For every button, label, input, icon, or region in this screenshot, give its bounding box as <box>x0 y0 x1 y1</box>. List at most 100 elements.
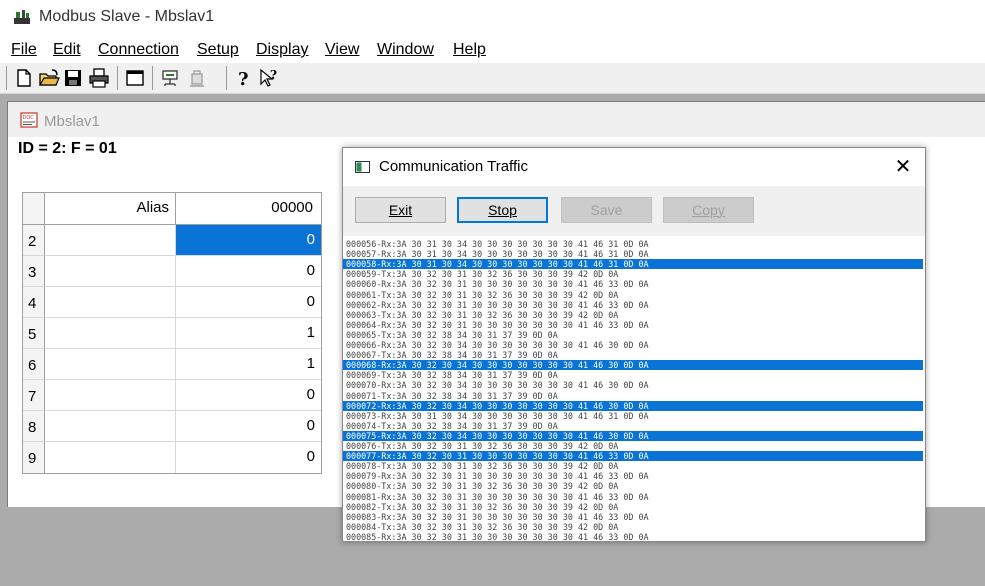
alias-cell[interactable] <box>45 442 176 473</box>
row-header: 7 <box>23 380 45 411</box>
window-icon <box>355 161 370 173</box>
alias-cell[interactable] <box>45 349 176 380</box>
connect-icon[interactable] <box>159 67 181 89</box>
row-header: 8 <box>23 411 45 442</box>
save-button[interactable]: Save <box>561 197 652 223</box>
register-value: 1 <box>306 355 315 372</box>
menu-display[interactable]: Display <box>256 41 308 59</box>
about-icon[interactable]: ? <box>232 67 254 89</box>
register-value: 0 <box>306 448 315 465</box>
traffic-line[interactable]: 000059-Tx:3A 30 32 30 31 30 32 36 30 30 … <box>343 269 923 279</box>
menu-bar: File Edit Connection Setup Display View … <box>0 37 985 63</box>
alias-cell[interactable] <box>45 380 176 411</box>
grid-corner <box>23 193 45 225</box>
menu-edit[interactable]: Edit <box>53 41 81 59</box>
dialog-titlebar[interactable]: Communication Traffic ✕ <box>343 148 925 186</box>
traffic-line[interactable]: 000072-Rx:3A 30 32 30 34 30 30 30 30 30 … <box>343 400 923 411</box>
register-value: 0 <box>306 293 315 310</box>
traffic-line[interactable]: 000080-Tx:3A 30 32 30 31 30 32 36 30 30 … <box>343 481 923 491</box>
traffic-line[interactable]: 000075-Rx:3A 30 32 30 34 30 30 30 30 30 … <box>343 430 923 441</box>
register-value-cell[interactable]: 0 <box>176 287 321 318</box>
traffic-line[interactable]: 000057-Rx:3A 30 31 30 34 30 30 30 30 30 … <box>343 249 923 259</box>
modbus-app-icon <box>14 10 30 24</box>
mbslav1-titlebar[interactable]: DOC Mbslav1 <box>8 102 985 137</box>
traffic-line[interactable]: 000067-Tx:3A 30 32 38 34 30 31 37 39 0D … <box>343 350 923 360</box>
row-number: 3 <box>28 264 37 281</box>
traffic-line[interactable]: 000084-Tx:3A 30 32 30 31 30 32 36 30 30 … <box>343 522 923 532</box>
menu-window[interactable]: Window <box>377 41 434 59</box>
menu-connection[interactable]: Connection <box>98 41 179 59</box>
register-value-cell[interactable]: 0 <box>176 225 321 256</box>
menu-display-label: Display <box>256 41 309 58</box>
register-value-cell[interactable]: 0 <box>176 442 321 473</box>
traffic-line[interactable]: 000060-Rx:3A 30 32 30 31 30 30 30 30 30 … <box>343 279 923 289</box>
traffic-line[interactable]: 000081-Rx:3A 30 32 30 31 30 30 30 30 30 … <box>343 492 923 502</box>
context-help-icon[interactable]: ? <box>258 67 280 89</box>
traffic-line[interactable]: 000085-Rx:3A 30 32 30 31 30 30 30 30 30 … <box>343 532 923 541</box>
register-value-cell[interactable]: 1 <box>176 318 321 349</box>
register-column-header: 00000 <box>176 193 321 225</box>
traffic-line[interactable]: 000079-Rx:3A 30 32 30 31 30 30 30 30 30 … <box>343 471 923 481</box>
register-value: 1 <box>306 324 315 341</box>
exit-button[interactable]: Exit <box>355 197 446 223</box>
register-value: 0 <box>306 231 315 248</box>
stop-button[interactable]: Stop <box>457 197 548 223</box>
register-value: 0 <box>306 417 315 434</box>
traffic-line[interactable]: 000062-Rx:3A 30 32 30 31 30 30 30 30 30 … <box>343 300 923 310</box>
copy-button[interactable]: Copy <box>663 197 754 223</box>
menu-view[interactable]: View <box>325 41 359 59</box>
app-titlebar: Modbus Slave - Mbslav1 <box>0 0 985 37</box>
traffic-log[interactable]: 000056-Rx:3A 30 31 30 34 30 30 30 30 30 … <box>343 236 925 541</box>
register-value-cell[interactable]: 0 <box>176 380 321 411</box>
register-value-cell[interactable]: 1 <box>176 349 321 380</box>
traffic-line[interactable]: 000070-Rx:3A 30 32 30 34 30 30 30 30 30 … <box>343 380 923 390</box>
copy-button-label: Copy <box>692 202 725 218</box>
window-icon[interactable] <box>124 67 146 89</box>
traffic-line[interactable]: 000082-Tx:3A 30 32 30 31 30 32 36 30 30 … <box>343 502 923 512</box>
row-header: 3 <box>23 256 45 287</box>
register-value-cell[interactable]: 0 <box>176 411 321 442</box>
row-header: 4 <box>23 287 45 318</box>
row-number: 9 <box>28 450 37 467</box>
register-value-cell[interactable]: 0 <box>176 256 321 287</box>
traffic-line[interactable]: 000061-Tx:3A 30 32 30 31 30 32 36 30 30 … <box>343 290 923 300</box>
menu-edit-label: Edit <box>53 41 81 58</box>
print-icon[interactable] <box>88 67 110 89</box>
traffic-line[interactable]: 000065-Tx:3A 30 32 38 34 30 31 37 39 0D … <box>343 330 923 340</box>
alias-cell[interactable] <box>45 287 176 318</box>
disconnect-icon[interactable] <box>186 67 208 89</box>
traffic-line[interactable]: 000071-Tx:3A 30 32 38 34 30 31 37 39 0D … <box>343 391 923 401</box>
menu-file[interactable]: File <box>11 41 37 59</box>
traffic-line[interactable]: 000076-Tx:3A 30 32 30 31 30 32 36 30 30 … <box>343 441 923 451</box>
save-icon[interactable] <box>62 67 84 89</box>
new-file-icon[interactable] <box>13 67 35 89</box>
menu-help[interactable]: Help <box>453 41 486 59</box>
menu-setup[interactable]: Setup <box>197 41 239 59</box>
traffic-line[interactable]: 000069-Tx:3A 30 32 38 34 30 31 37 39 0D … <box>343 370 923 380</box>
menu-connection-label: Connection <box>98 41 179 58</box>
traffic-line[interactable]: 000068-Rx:3A 30 32 30 34 30 30 30 30 30 … <box>343 360 923 371</box>
row-number: 5 <box>28 326 37 343</box>
save-button-label: Save <box>590 202 623 218</box>
row-number: 4 <box>28 295 37 312</box>
traffic-line[interactable]: 000056-Rx:3A 30 31 30 34 30 30 30 30 30 … <box>343 239 923 249</box>
svg-text:?: ? <box>238 69 249 89</box>
alias-cell[interactable] <box>45 225 176 256</box>
traffic-line[interactable]: 000077-Rx:3A 30 32 30 31 30 30 30 30 30 … <box>343 451 923 462</box>
row-number: 7 <box>28 388 37 405</box>
alias-cell[interactable] <box>45 256 176 287</box>
traffic-line[interactable]: 000078-Tx:3A 30 32 30 31 30 32 36 30 30 … <box>343 461 923 471</box>
traffic-line[interactable]: 000064-Rx:3A 30 32 30 31 30 30 30 30 30 … <box>343 320 923 330</box>
close-icon[interactable]: ✕ <box>889 154 917 180</box>
open-folder-icon[interactable] <box>38 67 60 89</box>
traffic-line[interactable]: 000063-Tx:3A 30 32 30 31 30 32 36 30 30 … <box>343 310 923 320</box>
traffic-line[interactable]: 000083-Rx:3A 30 32 30 31 30 30 30 30 30 … <box>343 512 923 522</box>
alias-cell[interactable] <box>45 411 176 442</box>
traffic-line[interactable]: 000058-Rx:3A 30 31 30 34 30 30 30 30 30 … <box>343 259 923 270</box>
traffic-line[interactable]: 000074-Tx:3A 30 32 38 34 30 31 37 39 0D … <box>343 421 923 431</box>
traffic-line[interactable]: 000066-Rx:3A 30 32 30 34 30 30 30 30 30 … <box>343 340 923 350</box>
traffic-line[interactable]: 000073-Rx:3A 30 31 30 34 30 30 30 30 30 … <box>343 411 923 421</box>
register-grid: Alias 00000 2 0 3 0 4 0 5 1 6 1 7 0 8 0 … <box>22 192 322 474</box>
toolbar-separator <box>152 66 153 90</box>
alias-cell[interactable] <box>45 318 176 349</box>
